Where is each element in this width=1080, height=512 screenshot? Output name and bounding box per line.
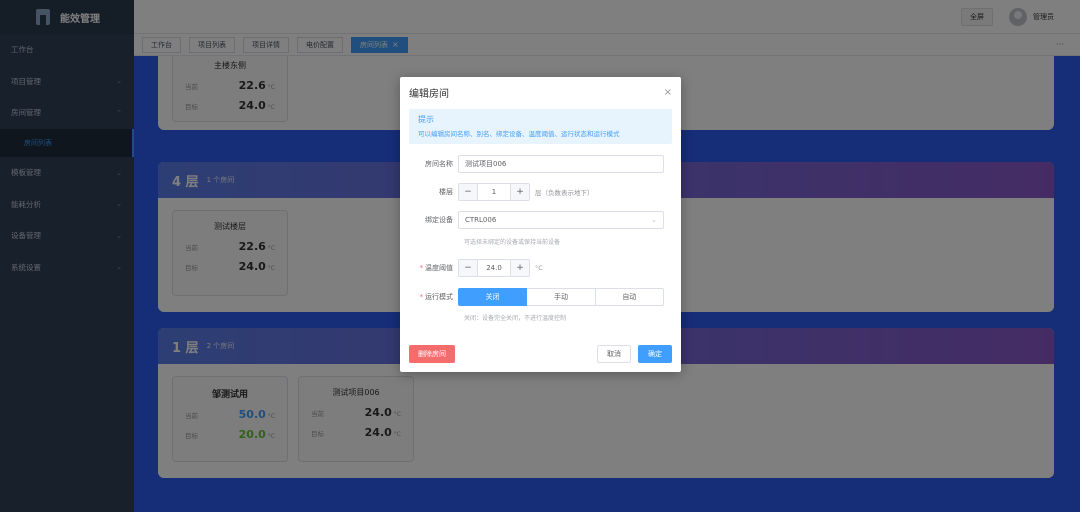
mode-radio-group: 关闭 手动 自动 (458, 288, 664, 306)
dialog-title: 编辑房间 (409, 88, 449, 100)
mode-option-manual[interactable]: 手动 (527, 288, 596, 306)
temperature-stepper: − 24.0 + (458, 259, 530, 277)
increase-button[interactable]: + (511, 260, 529, 276)
form-label: 房间名称 (425, 160, 453, 168)
edit-room-dialog: 编辑房间 × 提示 可以编辑房间名称、别名、绑定设备、温度阈值、运行状态和运行模… (400, 77, 681, 372)
chevron-down-icon: ⌄ (651, 216, 657, 224)
form-label: 楼层 (439, 188, 453, 196)
floor-hint: 层（负数表示地下） (535, 189, 594, 197)
form-item-temperature: * 温度阈值 − 24.0 + °C (400, 259, 681, 277)
alert-title: 提示 (418, 115, 434, 124)
label-text: 运行模式 (425, 293, 453, 301)
cancel-button[interactable]: 取消 (597, 345, 631, 363)
label-text: 温度阈值 (425, 264, 453, 272)
mode-option-auto[interactable]: 自动 (595, 288, 664, 306)
delete-room-button[interactable]: 删除房间 (409, 345, 455, 363)
device-select[interactable]: CTRL006 ⌄ (458, 211, 664, 229)
form-item-mode: * 运行模式 关闭 手动 自动 (400, 288, 681, 306)
floor-stepper: − 1 + (458, 183, 530, 201)
form-label: 绑定设备 (425, 216, 453, 224)
selected-device: CTRL006 (465, 216, 497, 224)
temperature-input[interactable]: 24.0 (477, 260, 511, 276)
decrease-button[interactable]: − (459, 260, 477, 276)
device-hint: 可选择未绑定的设备或保持当前设备 (464, 239, 561, 246)
alert-text: 可以编辑房间名称、别名、绑定设备、温度阈值、运行状态和运行模式 (418, 130, 620, 138)
increase-button[interactable]: + (511, 184, 529, 200)
form-item-device: 绑定设备 CTRL006 ⌄ (400, 211, 681, 229)
temperature-unit: °C (535, 264, 543, 272)
close-icon[interactable]: × (664, 87, 672, 98)
decrease-button[interactable]: − (459, 184, 477, 200)
dialog-header: 编辑房间 × (400, 77, 681, 107)
form-label: * 温度阈值 (400, 263, 458, 273)
mode-hint: 关闭：设备完全关闭，不进行温度控制 (464, 315, 567, 322)
required-mark: * (419, 293, 424, 301)
required-mark: * (419, 264, 424, 272)
form-item-room-name: 房间名称 测试项目006 (400, 155, 681, 173)
floor-input[interactable]: 1 (477, 184, 511, 200)
confirm-button[interactable]: 确定 (638, 345, 672, 363)
form-label: * 运行模式 (400, 292, 458, 302)
room-name-input[interactable]: 测试项目006 (458, 155, 664, 173)
mode-option-off[interactable]: 关闭 (458, 288, 528, 306)
info-alert: 提示 可以编辑房间名称、别名、绑定设备、温度阈值、运行状态和运行模式 (409, 109, 672, 144)
form-item-floor: 楼层 − 1 + 层（负数表示地下） (400, 183, 681, 201)
